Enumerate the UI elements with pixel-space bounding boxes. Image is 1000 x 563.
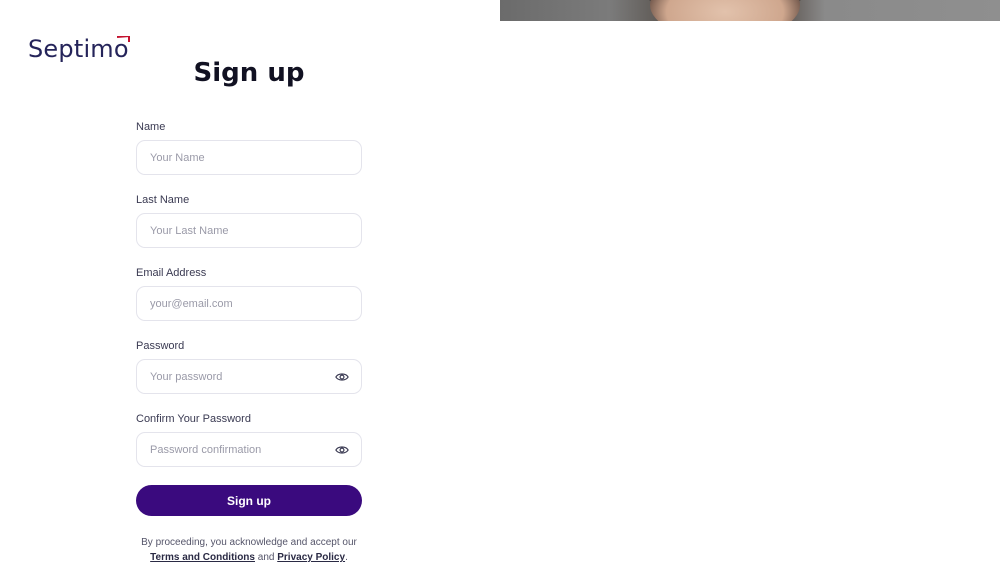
name-field-group: Name: [136, 118, 362, 191]
password-label: Password: [136, 340, 185, 352]
legal-middle: and: [257, 552, 275, 563]
password-input-wrapper: [136, 359, 362, 394]
confirm-password-label: Confirm Your Password: [136, 413, 251, 425]
brand-logo-text: Septimo: [28, 35, 129, 63]
sign-up-button[interactable]: Sign up: [136, 485, 362, 516]
email-input-wrapper: [136, 286, 362, 321]
logo-accent-icon: [116, 36, 130, 42]
legal-prefix: By proceeding, you acknowledge and accep…: [141, 537, 357, 548]
last-name-field-group: Last Name: [136, 191, 362, 264]
confirm-password-input[interactable]: [137, 433, 330, 466]
confirm-password-field-group: Confirm Your Password: [136, 410, 362, 483]
name-input[interactable]: [137, 141, 330, 174]
legal-suffix: .: [345, 552, 348, 563]
email-field-group: Email Address: [136, 264, 362, 337]
confirm-password-input-wrapper: [136, 432, 362, 467]
password-field-group: Password: [136, 337, 362, 410]
email-label: Email Address: [136, 267, 207, 279]
legal-notice: By proceeding, you acknowledge and accep…: [130, 535, 368, 563]
last-name-input[interactable]: [137, 214, 330, 247]
email-input[interactable]: [137, 287, 330, 320]
hero-photo: [500, 0, 1000, 21]
brand-logo[interactable]: Septimo: [28, 34, 130, 64]
eye-icon[interactable]: [335, 370, 349, 384]
page-title: Sign up: [193, 58, 305, 88]
last-name-label: Last Name: [136, 194, 190, 206]
privacy-link[interactable]: Privacy Policy: [277, 552, 345, 563]
password-input[interactable]: [137, 360, 330, 393]
last-name-input-wrapper: [136, 213, 362, 248]
signup-page: Septimo Sign up Name Last Name Email Add…: [0, 0, 1000, 563]
name-input-wrapper: [136, 140, 362, 175]
terms-link[interactable]: Terms and Conditions: [150, 552, 255, 563]
name-label: Name: [136, 121, 166, 133]
eye-icon[interactable]: [335, 443, 349, 457]
hero-photo-face: [650, 0, 800, 21]
signup-form: Name Last Name Email Address Password: [136, 118, 362, 483]
